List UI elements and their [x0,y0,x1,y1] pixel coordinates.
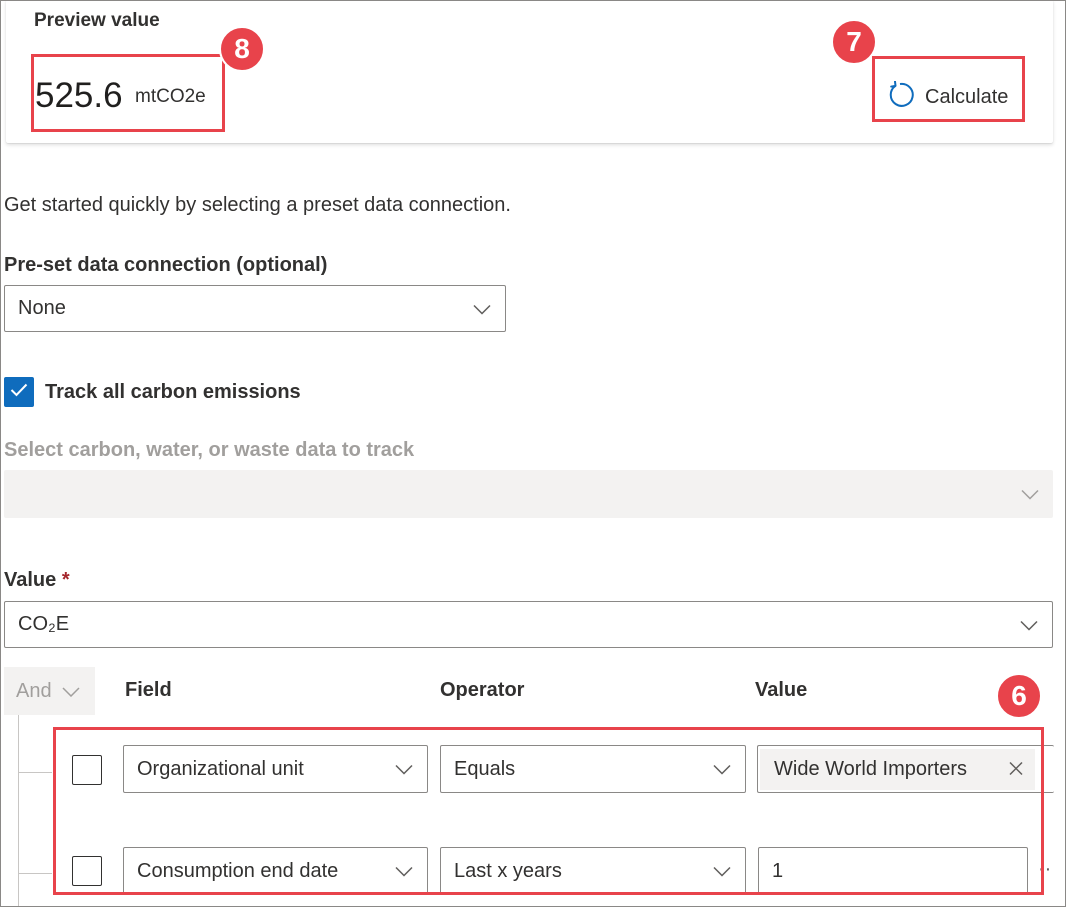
preset-connection-dropdown[interactable]: None [4,285,506,332]
preview-label: Preview value [34,10,160,31]
track-all-checkbox[interactable] [4,377,34,407]
highlight-calculate [872,56,1025,122]
group-operator-dropdown[interactable]: And [4,667,95,715]
annotation-badge-8: 8 [219,26,265,72]
value-field-label-text: Value [4,569,57,591]
preset-connection-label: Pre-set data connection (optional) [4,254,328,276]
tree-line [18,715,19,907]
tree-branch [18,772,52,773]
select-data-dropdown [4,470,1053,518]
chevron-down-icon [62,680,80,703]
highlight-filter-rows [53,727,1044,895]
checkmark-icon [10,383,28,402]
value-field-dropdown[interactable]: CO₂E [4,601,1053,648]
tree-branch [18,873,52,874]
intro-text: Get started quickly by selecting a prese… [4,194,511,216]
highlight-preview-value [31,54,225,132]
chevron-down-icon [1020,613,1038,636]
chevron-down-icon [473,297,491,320]
required-marker: * [61,569,70,591]
column-header-value: Value [755,679,808,701]
annotation-badge-6: 6 [996,673,1042,719]
annotation-badge-7: 7 [831,19,877,65]
chevron-down-icon [1021,483,1039,506]
column-header-operator: Operator [440,679,525,701]
select-data-label: Select carbon, water, or waste data to t… [4,439,415,461]
value-field-selected: CO₂E [18,613,70,635]
column-header-field: Field [125,679,172,701]
value-field-label: Value * [4,569,70,592]
group-operator-value: And [16,679,52,702]
track-all-label: Track all carbon emissions [45,381,301,403]
preset-connection-value: None [18,297,66,319]
